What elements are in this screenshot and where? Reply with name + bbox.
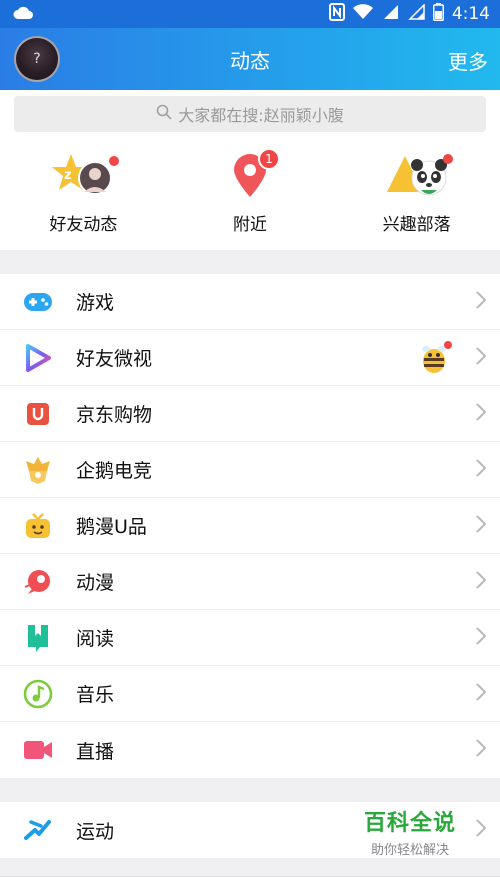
nfc-icon bbox=[328, 3, 345, 25]
menu-item-music[interactable]: 音乐 bbox=[0, 666, 500, 722]
menu-item-label: 鹅漫U品 bbox=[76, 516, 147, 538]
menu-item-label: 音乐 bbox=[76, 684, 115, 706]
search-placeholder: 大家都在搜:赵丽颖小腹 bbox=[178, 106, 344, 125]
more-button[interactable]: 更多 bbox=[448, 46, 488, 75]
status-time: 4:14 bbox=[451, 4, 490, 24]
menu-item-label: 企鹅电竞 bbox=[76, 460, 153, 482]
menu-item-label: 好友微视 bbox=[76, 348, 153, 370]
menu-item-jd-shopping[interactable]: 京东购物 bbox=[0, 386, 500, 442]
interest-tribe-icon bbox=[385, 152, 453, 200]
menu-item-game[interactable]: 游戏 bbox=[0, 274, 500, 330]
avatar-glyph: ? bbox=[33, 51, 41, 67]
menu-item-comics[interactable]: 动漫 bbox=[0, 554, 500, 610]
quick-item-interest-tribe[interactable]: 兴趣部落 bbox=[347, 152, 487, 235]
watermark: 百科全说 助你轻松解决 bbox=[364, 805, 456, 858]
chevron-right-icon bbox=[476, 819, 487, 841]
quick-item-friend-feed[interactable]: z 好友动态 bbox=[13, 152, 153, 235]
menu-item-label: 动漫 bbox=[76, 572, 115, 594]
menu-item-label: 直播 bbox=[76, 740, 115, 763]
chevron-right-icon bbox=[476, 626, 487, 649]
chevron-right-icon bbox=[476, 739, 487, 761]
chevron-right-icon bbox=[476, 514, 487, 537]
bee-mascot-icon bbox=[418, 340, 452, 375]
chevron-right-icon bbox=[476, 346, 487, 369]
comic-rocket-icon bbox=[22, 566, 54, 598]
battery-icon bbox=[432, 3, 444, 25]
quick-item-nearby[interactable]: 1 附近 bbox=[180, 148, 320, 235]
status-bar: 4:14 bbox=[0, 0, 500, 28]
jd-bag-icon bbox=[22, 398, 54, 430]
video-camera-icon bbox=[22, 734, 54, 766]
menu-item-u-goods[interactable]: 鹅漫U品 bbox=[0, 498, 500, 554]
notification-dot bbox=[109, 156, 120, 166]
menu-item-esports[interactable]: 企鹅电竞 bbox=[0, 442, 500, 498]
quick-entries: z 好友动态 1 附近 兴趣部落 bbox=[0, 138, 500, 250]
signal-icon bbox=[381, 4, 399, 24]
quick-item-label: 好友动态 bbox=[49, 215, 118, 235]
avatar[interactable]: ? bbox=[14, 36, 60, 82]
menu-item-label: 阅读 bbox=[76, 628, 115, 650]
running-icon bbox=[22, 814, 54, 846]
menu-group-apps: 游戏 好友微视 京东购物 企鹅电竞 鹅漫U品 动漫 阅读 音乐 直播 bbox=[0, 274, 500, 778]
search-input[interactable]: 大家都在搜:赵丽颖小腹 bbox=[14, 96, 486, 132]
menu-item-label: 游戏 bbox=[76, 292, 115, 314]
friend-feed-icon: z bbox=[51, 152, 120, 200]
menu-item-label: 运动 bbox=[76, 820, 115, 843]
chevron-right-icon bbox=[476, 290, 487, 313]
title-bar: ? 动态 更多 bbox=[0, 28, 500, 90]
watermark-title: 百科全说 bbox=[363, 811, 456, 836]
quick-item-label: 兴趣部落 bbox=[382, 215, 451, 235]
search-icon bbox=[156, 104, 172, 124]
esports-crown-icon bbox=[22, 454, 54, 486]
book-icon bbox=[22, 622, 54, 654]
menu-item-reading[interactable]: 阅读 bbox=[0, 610, 500, 666]
page-title: 动态 bbox=[230, 48, 270, 73]
chevron-right-icon bbox=[476, 570, 487, 593]
chevron-right-icon bbox=[476, 402, 487, 425]
search-bar-container: 大家都在搜:赵丽颖小腹 bbox=[0, 90, 500, 138]
cloud-icon bbox=[12, 6, 34, 23]
music-note-icon bbox=[22, 678, 54, 710]
menu-item-weishi[interactable]: 好友微视 bbox=[0, 330, 500, 386]
quick-item-label: 附近 bbox=[232, 215, 267, 235]
notification-dot bbox=[442, 154, 453, 164]
svg-text:z: z bbox=[64, 168, 72, 183]
gamepad-icon bbox=[22, 286, 54, 318]
nearby-badge: 1 bbox=[257, 148, 280, 170]
menu-item-label: 京东购物 bbox=[76, 404, 153, 426]
chevron-right-icon bbox=[476, 682, 487, 705]
signal-icon-2 bbox=[407, 3, 425, 24]
nearby-pin-icon: 1 bbox=[218, 148, 282, 200]
tv-face-icon bbox=[22, 510, 54, 542]
chevron-right-icon bbox=[476, 458, 487, 481]
watermark-subtitle: 助你轻松解决 bbox=[370, 843, 449, 858]
bottom-tab-bar bbox=[0, 876, 500, 888]
play-triangle-icon bbox=[22, 342, 54, 374]
menu-item-live[interactable]: 直播 bbox=[0, 722, 500, 778]
wifi-icon bbox=[352, 4, 373, 24]
